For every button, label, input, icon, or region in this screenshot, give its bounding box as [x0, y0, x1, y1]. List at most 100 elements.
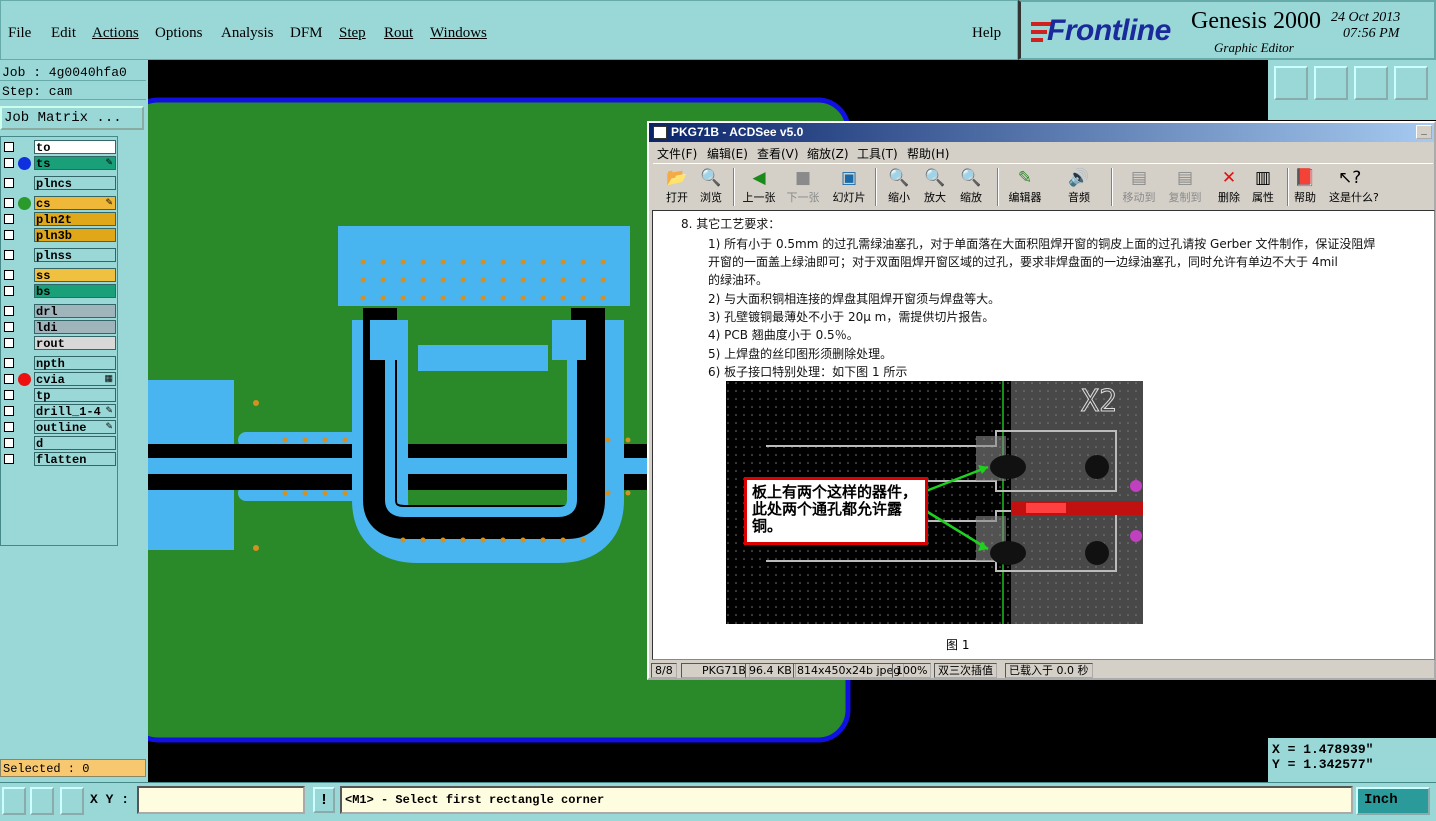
layer-row-cvia[interactable]: cvia ▦: [1, 372, 117, 387]
menu-step[interactable]: Step: [339, 25, 366, 42]
minimize-icon[interactable]: _: [1416, 125, 1432, 139]
audio-button[interactable]: 🔊 音频: [1059, 166, 1099, 208]
layer-name[interactable]: tp: [34, 388, 116, 403]
layer-row-to[interactable]: to: [1, 140, 117, 155]
layer-row-plncs[interactable]: plncs: [1, 176, 117, 191]
layer-checkbox[interactable]: [4, 306, 14, 316]
layer-name[interactable]: bs: [34, 284, 116, 299]
editor-button[interactable]: ✎ 编辑器: [1005, 166, 1045, 208]
layer-checkbox[interactable]: [4, 250, 14, 260]
layer-checkbox[interactable]: [4, 374, 14, 384]
properties-button[interactable]: ▥ 属性: [1243, 166, 1283, 208]
layer-name[interactable]: ldi: [34, 320, 116, 335]
slideshow-button[interactable]: ▣ 幻灯片: [829, 166, 869, 208]
layer-name[interactable]: npth: [34, 356, 116, 371]
job-matrix-button[interactable]: Job Matrix ...: [0, 106, 144, 130]
layer-row-npth[interactable]: npth: [1, 356, 117, 371]
layer-checkbox[interactable]: [4, 158, 14, 168]
layer-row-cs[interactable]: cs ✎: [1, 196, 117, 211]
grid-tool-button[interactable]: [60, 787, 84, 815]
layer-name[interactable]: drill_1-4: [34, 404, 116, 419]
xy-input[interactable]: [137, 786, 305, 814]
acdsee-title-bar[interactable]: PKG71B - ACDSee v5.0 _: [649, 123, 1434, 142]
layer-row-drill_1-4[interactable]: drill_1-4 ✎: [1, 404, 117, 419]
whats-this-button[interactable]: ↖? 这是什么?: [1329, 166, 1379, 208]
layer-row-rout[interactable]: rout: [1, 336, 117, 351]
layer-row-outline[interactable]: outline ✎: [1, 420, 117, 435]
acd-menu-edit[interactable]: 编辑(E): [707, 145, 748, 162]
window-button[interactable]: [1394, 66, 1428, 100]
layer-name[interactable]: flatten: [34, 452, 116, 467]
measure-tool-button[interactable]: [30, 787, 54, 815]
menu-windows[interactable]: Windows: [430, 25, 487, 42]
image-view[interactable]: 8. 其它工艺要求： 1) 所有小于 0.5mm 的过孔需绿油塞孔，对于单面落在…: [652, 210, 1435, 660]
menu-analysis[interactable]: Analysis: [221, 25, 274, 42]
layer-checkbox[interactable]: [4, 358, 14, 368]
layer-checkbox[interactable]: [4, 454, 14, 464]
alert-button[interactable]: !: [313, 787, 335, 813]
layer-checkbox[interactable]: [4, 286, 14, 296]
layer-checkbox[interactable]: [4, 142, 14, 152]
move-to-button[interactable]: ▤ 移动到: [1119, 166, 1159, 208]
snap-tool-button[interactable]: [2, 787, 26, 815]
layer-name[interactable]: drl: [34, 304, 116, 319]
acd-menu-view[interactable]: 查看(V): [757, 145, 799, 162]
menu-actions[interactable]: Actions: [92, 25, 139, 42]
home-up-button[interactable]: [1274, 66, 1308, 100]
layer-name[interactable]: plnss: [34, 248, 116, 263]
layer-checkbox[interactable]: [4, 438, 14, 448]
layer-checkbox[interactable]: [4, 390, 14, 400]
layer-name[interactable]: pln3b: [34, 228, 116, 243]
layer-name[interactable]: rout: [34, 336, 116, 351]
menu-options[interactable]: Options: [155, 25, 203, 42]
layer-checkbox[interactable]: [4, 198, 14, 208]
layer-row-ts[interactable]: ts ✎: [1, 156, 117, 171]
menu-edit[interactable]: Edit: [51, 25, 76, 42]
layer-checkbox[interactable]: [4, 270, 14, 280]
layer-checkbox[interactable]: [4, 230, 14, 240]
layer-checkbox[interactable]: [4, 338, 14, 348]
layer-name[interactable]: ts: [34, 156, 116, 171]
menu-file[interactable]: File: [8, 25, 31, 42]
layer-name[interactable]: pln2t: [34, 212, 116, 227]
layer-row-ldi[interactable]: ldi: [1, 320, 117, 335]
layer-name[interactable]: ss: [34, 268, 116, 283]
layer-name[interactable]: plncs: [34, 176, 116, 191]
previous-button[interactable]: ◀ 上一张: [739, 166, 779, 208]
layer-checkbox[interactable]: [4, 214, 14, 224]
layer-row-pln2t[interactable]: pln2t: [1, 212, 117, 227]
acd-menu-help[interactable]: 帮助(H): [907, 145, 949, 162]
menu-help[interactable]: Help: [972, 25, 1001, 42]
layer-checkbox[interactable]: [4, 178, 14, 188]
acd-menu-tools[interactable]: 工具(T): [857, 145, 898, 162]
layer-name[interactable]: d: [34, 436, 116, 451]
menu-dfm[interactable]: DFM: [290, 25, 323, 42]
layer-row-drl[interactable]: drl: [1, 304, 117, 319]
layer-name[interactable]: outline: [34, 420, 116, 435]
unit-selector[interactable]: Inch: [1356, 787, 1430, 815]
layer-row-ss[interactable]: ss: [1, 268, 117, 283]
layer-row-flatten[interactable]: flatten: [1, 452, 117, 467]
layer-name[interactable]: cs: [34, 196, 116, 211]
acd-menu-zoom[interactable]: 缩放(Z): [807, 145, 849, 162]
home-down-button[interactable]: [1314, 66, 1348, 100]
layer-checkbox[interactable]: [4, 322, 14, 332]
acd-menu-file[interactable]: 文件(F): [657, 145, 697, 162]
layer-name[interactable]: to: [34, 140, 116, 155]
help-button[interactable]: 📕 帮助: [1285, 166, 1325, 208]
zoom-in-button[interactable]: 🔍 放大: [915, 166, 955, 208]
layer-row-tp[interactable]: tp: [1, 388, 117, 403]
copy-to-button[interactable]: ▤ 复制到: [1165, 166, 1205, 208]
zoom-out-button[interactable]: 🔍 缩小: [879, 166, 919, 208]
layer-row-plnss[interactable]: plnss: [1, 248, 117, 263]
layer-row-pln3b[interactable]: pln3b: [1, 228, 117, 243]
layer-row-d[interactable]: d: [1, 436, 117, 451]
layer-row-bs[interactable]: bs: [1, 284, 117, 299]
layer-checkbox[interactable]: [4, 406, 14, 416]
next-button[interactable]: ■ 下一张: [783, 166, 823, 208]
zoom-button[interactable]: 🔍 缩放: [951, 166, 991, 208]
browse-button[interactable]: 🔍 浏览: [691, 166, 731, 208]
home-button[interactable]: [1354, 66, 1388, 100]
layer-checkbox[interactable]: [4, 422, 14, 432]
menu-rout[interactable]: Rout: [384, 25, 413, 42]
